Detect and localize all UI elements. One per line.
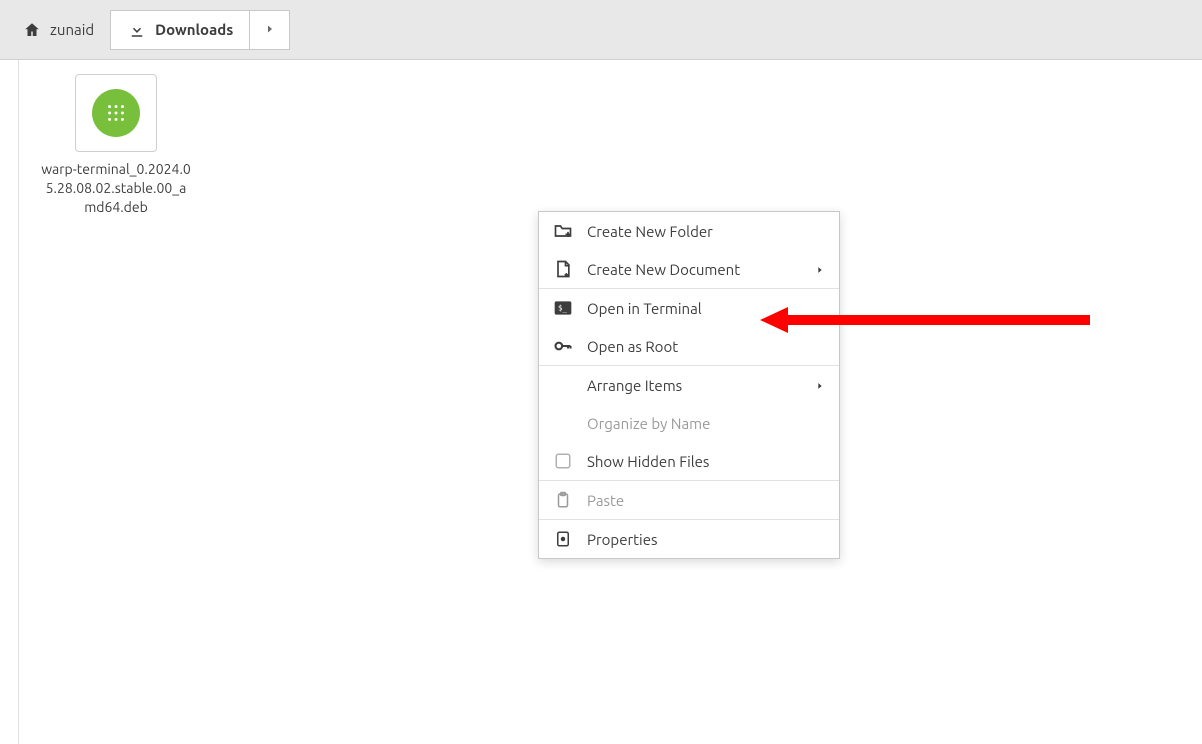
file-name-label: warp-terminal_0.2024.05.28.08.02.stable.… [41,160,191,217]
menu-organize-by-name: Organize by Name [539,404,839,442]
menu-open-terminal[interactable]: $_ Open in Terminal [539,289,839,327]
svg-text:$_: $_ [558,304,568,313]
menu-label: Organize by Name [587,415,710,432]
properties-icon [553,529,573,549]
menu-create-folder[interactable]: Create New Folder [539,212,839,250]
menu-arrange-items[interactable]: Arrange Items [539,366,839,404]
breadcrumb-current[interactable]: Downloads [110,10,250,50]
deb-package-icon [92,89,140,137]
download-icon [127,20,147,40]
blank-icon [553,375,573,395]
breadcrumb-home[interactable]: zunaid [6,10,110,50]
chevron-right-icon [815,377,825,394]
menu-create-document[interactable]: Create New Document [539,250,839,288]
clipboard-icon [553,490,573,510]
new-document-icon [553,259,573,279]
breadcrumb-home-label: zunaid [50,21,94,38]
menu-show-hidden[interactable]: Show Hidden Files [539,442,839,480]
menu-paste: Paste [539,481,839,519]
key-icon [553,336,573,356]
breadcrumb-next[interactable] [250,10,290,50]
menu-properties[interactable]: Properties [539,520,839,558]
path-bar: zunaid Downloads [0,0,1202,60]
blank-icon [553,413,573,433]
menu-label: Create New Document [587,261,740,278]
menu-label: Properties [587,531,658,548]
menu-label: Paste [587,492,624,509]
menu-label: Create New Folder [587,223,713,240]
home-icon [22,20,42,40]
menu-label: Show Hidden Files [587,453,709,470]
file-item[interactable]: warp-terminal_0.2024.05.28.08.02.stable.… [41,74,191,217]
file-icon [75,74,157,152]
context-menu: Create New Folder Create New Document $_… [538,211,840,559]
menu-label: Open in Terminal [587,300,702,317]
new-folder-icon [553,221,573,241]
chevron-right-icon [815,261,825,278]
terminal-icon: $_ [553,298,573,318]
chevron-right-icon [264,21,276,38]
breadcrumb-current-label: Downloads [155,21,233,38]
menu-open-root[interactable]: Open as Root [539,327,839,365]
checkbox-icon [553,451,573,471]
menu-label: Arrange Items [587,377,682,394]
menu-label: Open as Root [587,338,678,355]
